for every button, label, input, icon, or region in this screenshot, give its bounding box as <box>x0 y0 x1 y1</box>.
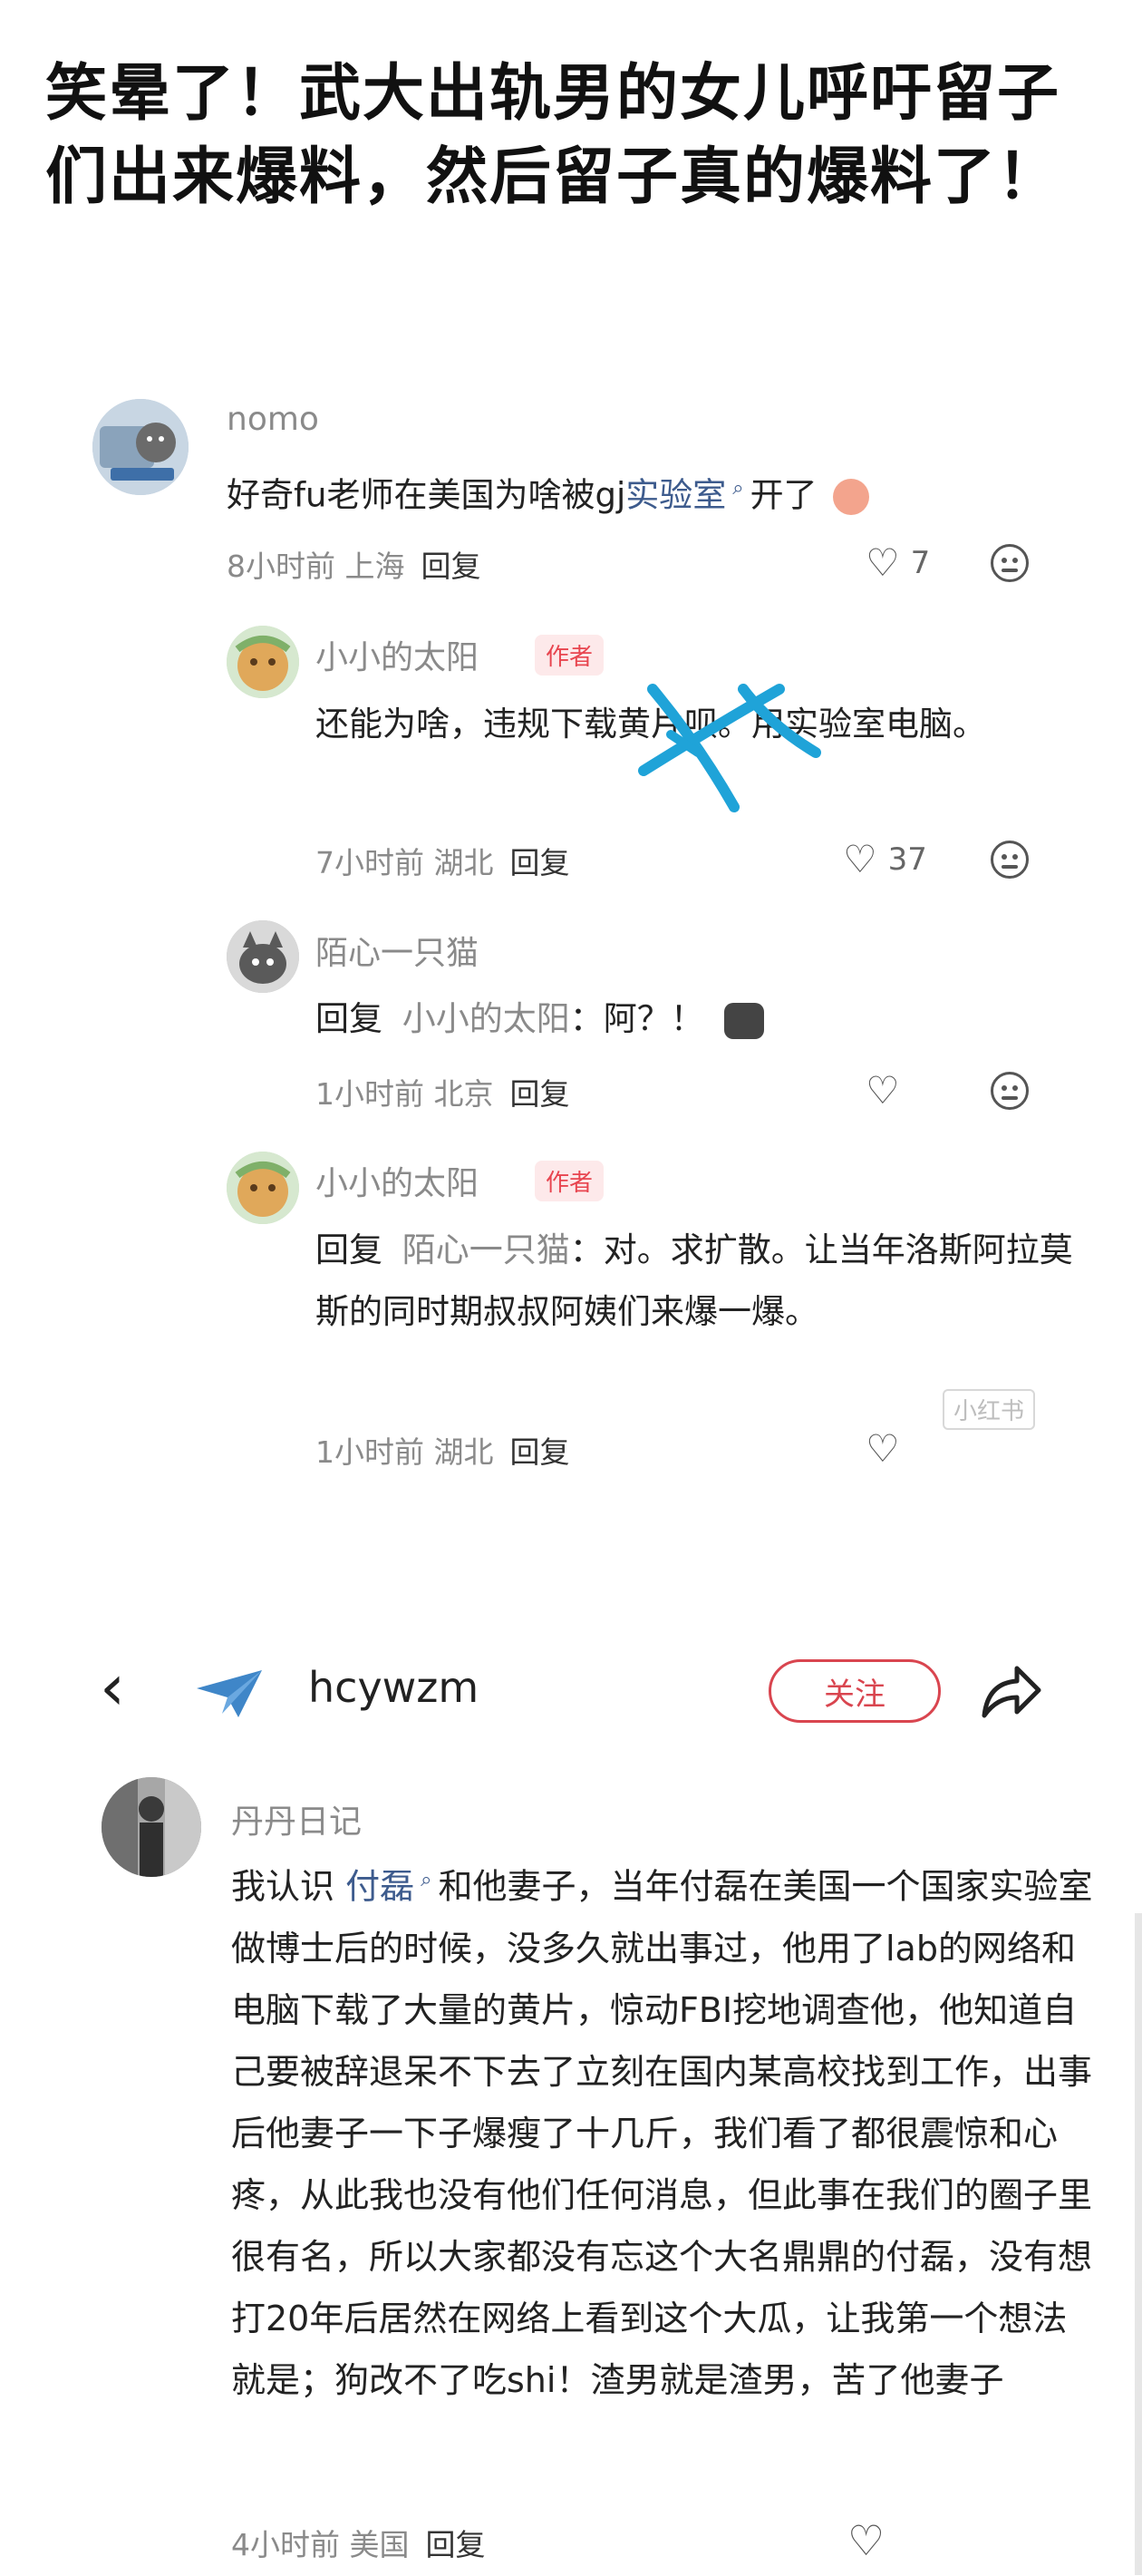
heart-icon[interactable]: ♡ <box>866 1068 900 1113</box>
comment-meta: 4小时前 美国 回复 <box>231 2521 486 2564</box>
like-button[interactable]: ♡ <box>847 2516 885 2565</box>
comment-text: 回复 陌心一只猫：对。求扩散。让当年洛斯阿拉莫斯的同时期叔叔阿姨们来爆一爆。 <box>315 1220 1095 1343</box>
reply-button[interactable]: 回复 <box>510 845 570 880</box>
follow-button[interactable]: 关注 <box>769 1659 941 1723</box>
comment-time: 1小时前 北京 <box>315 1076 494 1112</box>
emoji-reaction-icon[interactable] <box>991 841 1029 879</box>
laughing-emoji-icon <box>833 478 870 515</box>
reply-button[interactable]: 回复 <box>510 1434 570 1470</box>
author-badge: 作者 <box>535 635 605 676</box>
paper-plane-icon[interactable] <box>195 1667 264 1721</box>
profile-name[interactable]: hcywzm <box>308 1663 479 1712</box>
reply-button[interactable]: 回复 <box>510 1076 570 1112</box>
comment-text-body: ：阿？！ <box>569 999 704 1038</box>
like-button[interactable]: ♡ <box>866 1426 900 1471</box>
search-link[interactable]: 实验室 <box>625 475 726 514</box>
avatar[interactable] <box>92 399 189 495</box>
comment-meta: 1小时前 湖北 回复 <box>315 1428 570 1472</box>
avatar[interactable] <box>102 1777 201 1877</box>
comment-meta: 8小时前 上海 回复 <box>227 542 481 586</box>
like-button[interactable]: ♡ 37 <box>843 837 927 881</box>
comment-time: 1小时前 湖北 <box>315 1434 494 1470</box>
username[interactable]: 小小的太阳 <box>315 1157 479 1204</box>
comment-thread-1: nomo 好奇fu老师在美国为啥被gj实验室 ⌕ 开了 8小时前 上海 回复 ♡ … <box>73 363 1097 1541</box>
like-count: 37 <box>887 841 927 878</box>
page-title: 笑晕了！武大出轨男的女儿呼吁留子们出来爆料，然后留子真的爆料了！ <box>45 58 1061 213</box>
search-link[interactable]: 付磊 <box>345 1867 414 1907</box>
comment-meta: 1小时前 北京 回复 <box>315 1070 570 1113</box>
share-icon[interactable] <box>979 1661 1042 1721</box>
like-button[interactable]: ♡ 7 <box>866 540 930 585</box>
reply-prefix: 回复 <box>315 999 382 1038</box>
comment-text-before: 好奇fu老师在美国为啥被gj <box>227 475 626 515</box>
comment-meta: 7小时前 湖北 回复 <box>315 839 570 882</box>
heart-icon[interactable]: ♡ <box>866 1426 900 1471</box>
heart-icon[interactable]: ♡ <box>866 540 900 585</box>
username[interactable]: nomo <box>227 401 319 438</box>
comment-text: 好奇fu老师在美国为啥被gj实验室 ⌕ 开了 <box>227 458 1042 526</box>
search-icon[interactable]: ⌕ <box>414 1869 438 1891</box>
comment-text: 回复 小小的太阳：阿？！ <box>315 988 1095 1050</box>
username[interactable]: 丹丹日记 <box>231 1795 362 1842</box>
emoji-reaction-icon[interactable] <box>991 1072 1029 1110</box>
comment-time: 8小时前 上海 <box>227 549 405 584</box>
comment-time: 4小时前 美国 <box>231 2527 410 2562</box>
reply-button[interactable]: 回复 <box>426 2527 486 2562</box>
cat-emoji-icon <box>723 1002 764 1039</box>
avatar[interactable] <box>227 626 299 698</box>
search-icon[interactable]: ⌕ <box>726 477 750 500</box>
watermark: 小红书 <box>943 1389 1036 1430</box>
heart-icon[interactable]: ♡ <box>847 2516 885 2565</box>
profile-nav-bar: ‹ hcywzm 关注 <box>0 1641 1142 1741</box>
heart-icon[interactable]: ♡ <box>843 837 877 881</box>
mention-link[interactable]: 小小的太阳 <box>402 999 570 1038</box>
scribble-mark-icon <box>638 684 821 812</box>
avatar[interactable] <box>227 1152 299 1224</box>
comment-text-after: 和他妻子，当年付磊在美国一个国家实验室做博士后的时候，没多久就出事过，他用了la… <box>231 1866 1093 2400</box>
comment-thread-2: 丹丹日记 我认识 付磊 ⌕ 和他妻子，当年付磊在美国一个国家实验室做博士后的时候… <box>0 1777 1142 2576</box>
avatar[interactable] <box>227 920 299 993</box>
author-badge: 作者 <box>535 1161 605 1201</box>
comment-text: 我认识 付磊 ⌕ 和他妻子，当年付磊在美国一个国家实验室做博士后的时候，没多久就… <box>231 1850 1101 2411</box>
reply-prefix: 回复 <box>315 1230 382 1269</box>
emoji-reaction-icon[interactable] <box>991 544 1029 582</box>
username[interactable]: 陌心一只猫 <box>315 927 479 974</box>
like-count: 7 <box>910 544 931 581</box>
username[interactable]: 小小的太阳 <box>315 631 479 678</box>
comment-text-after: 开了 <box>750 475 818 515</box>
reply-button[interactable]: 回复 <box>421 549 481 584</box>
comment-time: 7小时前 湖北 <box>315 845 494 880</box>
like-button[interactable]: ♡ <box>866 1068 911 1113</box>
back-arrow-icon[interactable]: ‹ <box>100 1650 125 1725</box>
mention-link[interactable]: 陌心一只猫 <box>402 1230 570 1269</box>
comment-text-before: 我认识 <box>231 1866 335 1907</box>
